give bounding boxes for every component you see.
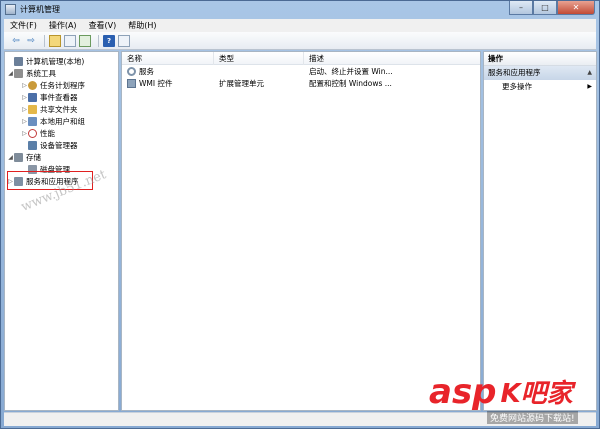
tree-item-device-manager[interactable]: 设备管理器 bbox=[21, 139, 78, 151]
tree-item-label: 计算机管理(本地) bbox=[26, 56, 85, 66]
logo-asp-text: asp bbox=[429, 372, 497, 412]
gear-icon bbox=[127, 66, 136, 76]
show-action-pane-icon[interactable] bbox=[118, 34, 130, 47]
clock-icon bbox=[28, 80, 37, 90]
details-list[interactable]: 名称 类型 描述 服务 启动、终止并设置 Win... WMI 控件 扩展管理单… bbox=[121, 51, 481, 411]
list-item-name: 服务 bbox=[139, 66, 154, 76]
logo-subtitle: 免费网站源码下载站! bbox=[487, 411, 578, 424]
column-header-description[interactable]: 描述 bbox=[304, 52, 480, 65]
list-item[interactable]: WMI 控件 扩展管理单元 配置和控制 Windows ... bbox=[122, 77, 480, 89]
maximize-button[interactable]: □ bbox=[533, 1, 557, 15]
tree-item-label: 性能 bbox=[40, 128, 55, 138]
menu-bar: 文件(F) 操作(A) 查看(V) 帮助(H) bbox=[4, 19, 596, 32]
performance-icon bbox=[28, 128, 37, 138]
expand-icon[interactable]: ▷ bbox=[21, 118, 28, 125]
toolbar: ⇦ ⇨ ? bbox=[4, 32, 596, 50]
shared-folder-icon bbox=[28, 104, 37, 114]
column-header-type[interactable]: 类型 bbox=[214, 52, 304, 65]
site-logo: asp K吧家 bbox=[429, 372, 573, 412]
tree-item-label: 存储 bbox=[26, 152, 41, 162]
tree-item-computer-management[interactable]: 计算机管理(本地) bbox=[7, 55, 84, 67]
computer-management-window: 计算机管理 – □ ✕ 文件(F) 操作(A) 查看(V) 帮助(H) ⇦ ⇨ … bbox=[0, 0, 600, 429]
up-folder-icon[interactable] bbox=[49, 34, 61, 47]
actions-pane: 操作 服务和应用程序 ▲ 更多操作 ▶ bbox=[483, 51, 597, 411]
export-list-icon[interactable] bbox=[79, 34, 91, 47]
tree-item-label: 设备管理器 bbox=[40, 140, 78, 150]
list-item-description: 启动、终止并设置 Win... bbox=[309, 66, 393, 76]
menu-help[interactable]: 帮助(H) bbox=[128, 20, 156, 31]
expand-icon[interactable]: ▷ bbox=[21, 130, 28, 137]
forward-arrow-icon[interactable]: ⇨ bbox=[25, 35, 37, 47]
tree-item-performance[interactable]: ▷ 性能 bbox=[21, 127, 55, 139]
column-header-name[interactable]: 名称 bbox=[122, 52, 214, 65]
tree-item-local-users-groups[interactable]: ▷ 本地用户和组 bbox=[21, 115, 85, 127]
tree-item-label: 任务计划程序 bbox=[40, 80, 85, 90]
actions-section-services-applications[interactable]: 服务和应用程序 ▲ bbox=[484, 66, 596, 80]
collapse-icon[interactable]: ◢ bbox=[7, 70, 14, 77]
menu-view[interactable]: 查看(V) bbox=[89, 20, 117, 31]
tree-item-label: 事件查看器 bbox=[40, 92, 78, 102]
tree-item-storage[interactable]: ◢ 存储 bbox=[7, 151, 41, 163]
window-controls: – □ ✕ bbox=[509, 1, 595, 15]
event-viewer-icon bbox=[28, 92, 37, 102]
collapse-icon[interactable]: ◢ bbox=[7, 154, 14, 161]
tree-item-task-scheduler[interactable]: ▷ 任务计划程序 bbox=[21, 79, 85, 91]
list-item-description: 配置和控制 Windows ... bbox=[309, 78, 392, 88]
show-hide-tree-icon[interactable] bbox=[64, 34, 76, 47]
expand-icon[interactable]: ▷ bbox=[21, 106, 28, 113]
submenu-arrow-icon: ▶ bbox=[587, 83, 592, 90]
minimize-button[interactable]: – bbox=[509, 1, 533, 15]
console-tree[interactable]: 计算机管理(本地) ◢ 系统工具 ▷ 任务计划程序 ▷ 事件查看器 ▷ 共享文件… bbox=[4, 51, 119, 411]
list-item-name: WMI 控件 bbox=[139, 78, 173, 88]
list-item-type: 扩展管理单元 bbox=[219, 78, 264, 88]
device-manager-icon bbox=[28, 140, 37, 150]
toolbar-separator bbox=[98, 34, 99, 47]
tree-item-event-viewer[interactable]: ▷ 事件查看器 bbox=[21, 91, 78, 103]
actions-header: 操作 bbox=[484, 52, 596, 66]
computer-icon bbox=[14, 56, 23, 66]
window-title: 计算机管理 bbox=[20, 4, 60, 14]
list-header: 名称 类型 描述 bbox=[122, 52, 480, 65]
expand-icon[interactable]: ▷ bbox=[21, 82, 28, 89]
menu-file[interactable]: 文件(F) bbox=[10, 20, 37, 31]
tree-item-label: 共享文件夹 bbox=[40, 104, 78, 114]
app-icon bbox=[5, 3, 16, 15]
storage-icon bbox=[14, 152, 23, 162]
more-actions-item[interactable]: 更多操作 ▶ bbox=[484, 80, 596, 94]
wmi-icon bbox=[127, 78, 136, 88]
tools-icon bbox=[14, 68, 23, 78]
title-bar[interactable]: 计算机管理 – □ ✕ bbox=[1, 1, 599, 17]
tree-item-label: 系统工具 bbox=[26, 68, 56, 78]
back-arrow-icon[interactable]: ⇦ bbox=[10, 35, 22, 47]
list-item[interactable]: 服务 启动、终止并设置 Win... bbox=[122, 65, 480, 77]
tree-item-shared-folders[interactable]: ▷ 共享文件夹 bbox=[21, 103, 78, 115]
collapse-arrow-icon[interactable]: ▲ bbox=[587, 66, 592, 80]
tree-item-label: 本地用户和组 bbox=[40, 116, 85, 126]
menu-action[interactable]: 操作(A) bbox=[49, 20, 77, 31]
users-icon bbox=[28, 116, 37, 126]
help-icon[interactable]: ? bbox=[103, 34, 115, 47]
expand-icon[interactable]: ▷ bbox=[21, 94, 28, 101]
toolbar-separator bbox=[44, 34, 45, 47]
close-button[interactable]: ✕ bbox=[557, 1, 595, 15]
tree-item-system-tools[interactable]: ◢ 系统工具 bbox=[7, 67, 56, 79]
logo-cn-text: K吧家 bbox=[500, 379, 573, 409]
